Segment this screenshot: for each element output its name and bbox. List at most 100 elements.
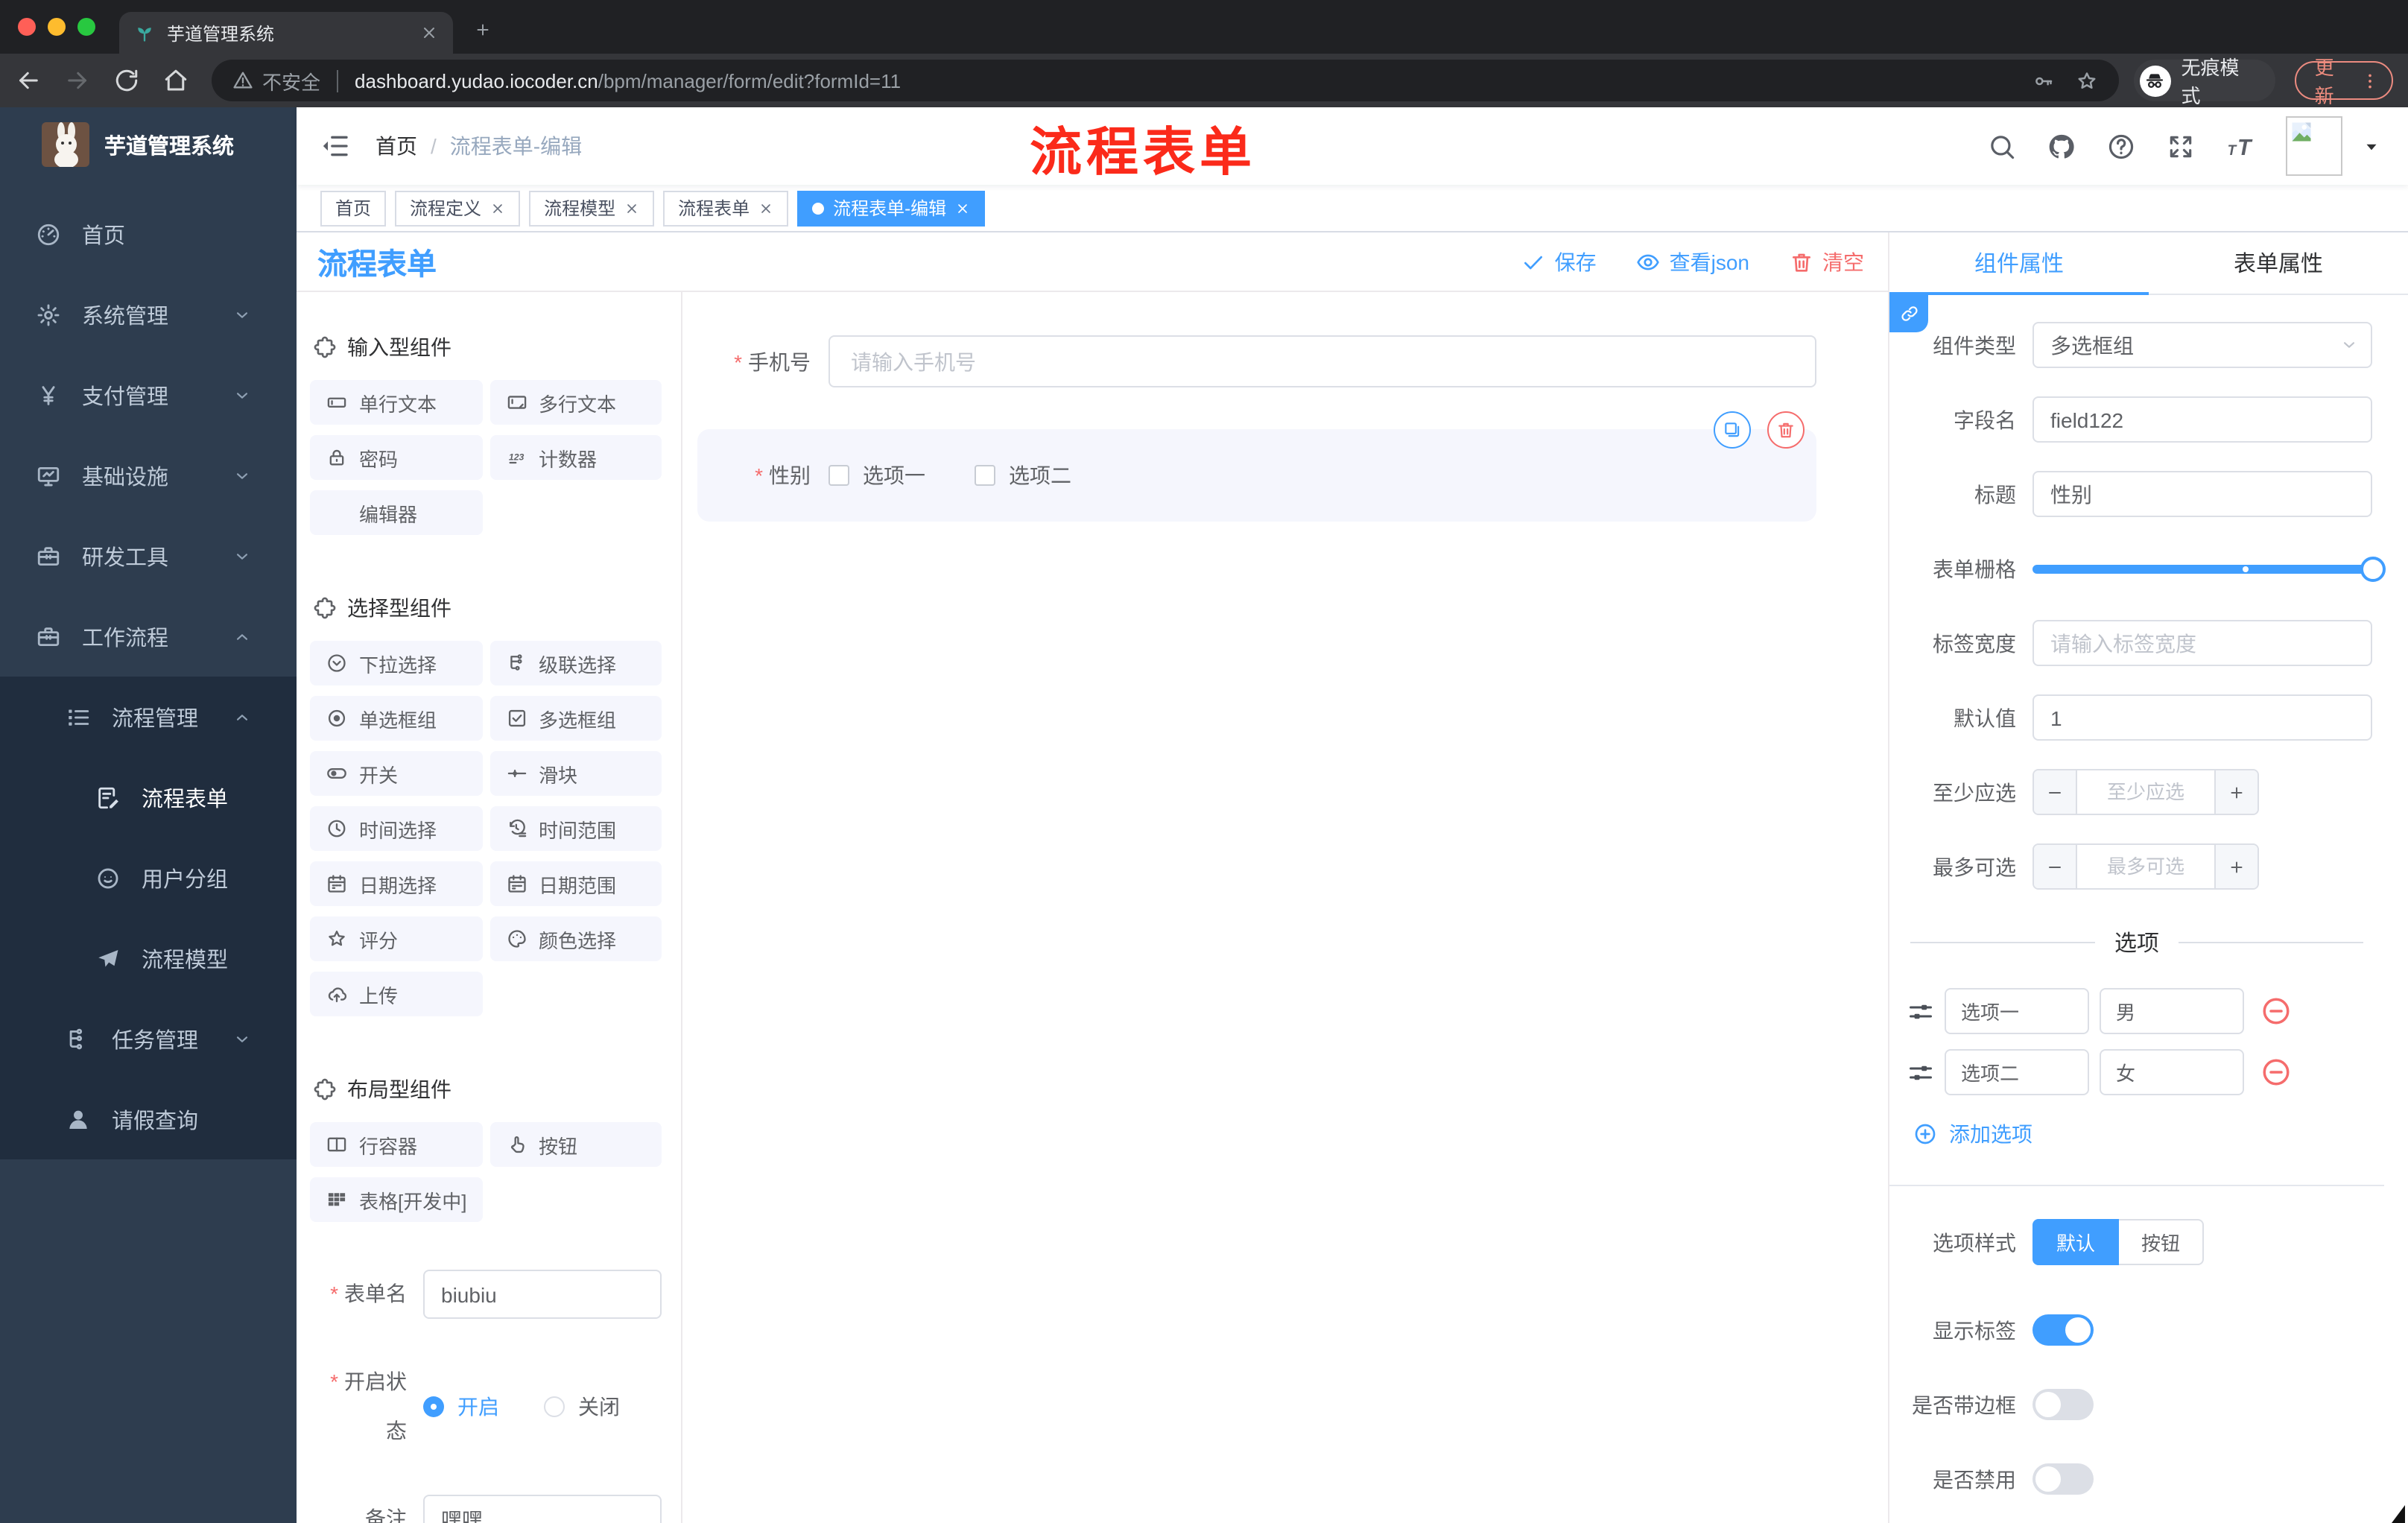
widget-editor[interactable]: 编辑器 <box>310 490 482 535</box>
radio-off-label[interactable]: 关闭 <box>578 1392 620 1422</box>
reload-icon[interactable] <box>113 67 140 94</box>
update-button[interactable]: 更新 <box>2295 57 2393 107</box>
style-default-button[interactable]: 默认 <box>2032 1219 2120 1265</box>
decrease-button[interactable] <box>2034 770 2077 814</box>
tag-process-form[interactable]: 流程表单 <box>663 190 789 226</box>
maximize-window-button[interactable] <box>77 18 95 36</box>
avatar-caret-icon[interactable] <box>2362 136 2381 156</box>
close-tag-icon[interactable] <box>490 200 505 215</box>
widget-checkbox-group[interactable]: 多选框组 <box>489 696 662 741</box>
max-select-input[interactable] <box>2077 845 2214 888</box>
style-button-button[interactable]: 按钮 <box>2119 1219 2205 1265</box>
increase-button[interactable] <box>2214 845 2258 888</box>
not-secure-icon[interactable] <box>232 70 253 91</box>
title-input[interactable] <box>2032 471 2372 517</box>
widget-cascader[interactable]: 级联选择 <box>489 641 662 685</box>
widget-counter[interactable]: 123 计数器 <box>489 435 662 480</box>
drag-handle-icon[interactable] <box>1907 998 1934 1025</box>
label-width-input[interactable] <box>2032 620 2372 666</box>
github-icon[interactable] <box>2047 132 2076 160</box>
component-type-value[interactable] <box>2032 322 2372 368</box>
sidebar-item-devtools[interactable]: 研发工具 <box>0 516 297 596</box>
sidebar-item-workflow[interactable]: 工作流程 <box>0 596 297 677</box>
close-tag-icon[interactable] <box>624 200 639 215</box>
sidebar-item-process-manage[interactable]: 流程管理 <box>0 677 297 757</box>
form-name-input[interactable] <box>423 1270 662 1319</box>
slider-track[interactable] <box>2032 556 2386 581</box>
tag-process-model[interactable]: 流程模型 <box>529 190 655 226</box>
option-1-label-input[interactable] <box>1945 988 2089 1034</box>
tag-home[interactable]: 首页 <box>320 190 387 226</box>
duplicate-widget-button[interactable] <box>1714 411 1751 449</box>
border-toggle[interactable] <box>2032 1389 2094 1420</box>
widget-date-range[interactable]: 日期范围 <box>489 861 662 906</box>
sidebar-item-process-model[interactable]: 流程模型 <box>0 918 297 998</box>
remove-option-icon[interactable] <box>2260 995 2292 1027</box>
radio-on-label[interactable]: 开启 <box>457 1392 499 1422</box>
form-remark-textarea[interactable]: 嘿嘿 <box>423 1495 662 1523</box>
sidebar-item-user-group[interactable]: 用户分组 <box>0 838 297 918</box>
breadcrumb-home[interactable]: 首页 <box>376 131 417 161</box>
increase-button[interactable] <box>2214 770 2258 814</box>
collapse-sidebar-icon[interactable] <box>320 131 350 161</box>
sidebar-item-payment[interactable]: 支付管理 <box>0 355 297 435</box>
close-window-button[interactable] <box>18 18 36 36</box>
widget-radio-group[interactable]: 单选框组 <box>310 696 482 741</box>
checkbox-box[interactable] <box>828 465 849 486</box>
new-tab-button[interactable] <box>474 21 492 39</box>
sidebar-item-process-form[interactable]: 流程表单 <box>0 757 297 838</box>
home-icon[interactable] <box>162 67 189 94</box>
option-2-value-input[interactable] <box>2100 1049 2244 1095</box>
radio-on[interactable] <box>423 1396 444 1417</box>
min-select-input[interactable] <box>2077 770 2214 814</box>
show-label-toggle[interactable] <box>2032 1314 2094 1346</box>
sidebar-item-infra[interactable]: 基础设施 <box>0 435 297 516</box>
sidebar-item-leave-query[interactable]: 请假查询 <box>0 1079 297 1159</box>
search-icon[interactable] <box>1988 132 2016 160</box>
widget-color-picker[interactable]: 颜色选择 <box>489 916 662 961</box>
widget-button[interactable]: 按钮 <box>489 1122 662 1167</box>
close-tag-icon[interactable] <box>955 200 970 215</box>
option-1-value-input[interactable] <box>2100 988 2244 1034</box>
close-tab-icon[interactable] <box>420 24 438 42</box>
disabled-toggle[interactable] <box>2032 1463 2094 1495</box>
widget-date-picker[interactable]: 日期选择 <box>310 861 482 906</box>
widget-select[interactable]: 下拉选择 <box>310 641 482 685</box>
view-json-button[interactable]: 查看json <box>1637 247 1749 276</box>
tag-process-definition[interactable]: 流程定义 <box>395 190 521 226</box>
tag-process-form-edit[interactable]: 流程表单-编辑 <box>797 190 986 226</box>
checkbox-box[interactable] <box>975 465 995 486</box>
tab-form-props[interactable]: 表单属性 <box>2149 232 2408 294</box>
decrease-button[interactable] <box>2034 845 2077 888</box>
delete-widget-button[interactable] <box>1767 411 1805 449</box>
sidebar-item-task-manage[interactable]: 任务管理 <box>0 998 297 1079</box>
radio-off[interactable] <box>544 1396 565 1417</box>
bookmark-star-icon[interactable] <box>2076 69 2098 92</box>
back-icon[interactable] <box>15 67 42 94</box>
remove-option-icon[interactable] <box>2260 1057 2292 1088</box>
drag-handle-icon[interactable] <box>1907 1059 1934 1086</box>
widget-multi-text[interactable]: 多行文本 <box>489 380 662 425</box>
checkbox-option-2[interactable]: 选项二 <box>975 460 1071 490</box>
sidebar-item-home[interactable]: 首页 <box>0 194 297 274</box>
canvas-field-gender-selected[interactable]: 性别 选项一 选项二 <box>697 411 1816 522</box>
widget-switch[interactable]: 开关 <box>310 751 482 796</box>
link-tag[interactable] <box>1889 295 1928 332</box>
forward-icon[interactable] <box>64 67 91 94</box>
font-size-icon[interactable]: TT <box>2226 132 2255 160</box>
minimize-window-button[interactable] <box>48 18 66 36</box>
sidebar-item-system[interactable]: 系统管理 <box>0 274 297 355</box>
canvas-field-phone[interactable]: 手机号 <box>697 335 1816 387</box>
fullscreen-icon[interactable] <box>2167 132 2195 160</box>
widget-single-text[interactable]: 单行文本 <box>310 380 482 425</box>
checkbox-option-1[interactable]: 选项一 <box>828 460 925 490</box>
avatar[interactable] <box>2286 116 2342 176</box>
widget-rate[interactable]: 评分 <box>310 916 482 961</box>
help-icon[interactable] <box>2107 132 2135 160</box>
form-grid-slider[interactable] <box>2032 545 2386 592</box>
slider-handle[interactable] <box>2360 556 2386 581</box>
widget-password[interactable]: 密码 <box>310 435 482 480</box>
browser-tab[interactable]: 芋道管理系统 <box>119 12 453 54</box>
save-button[interactable]: 保存 <box>1522 247 1597 276</box>
browser-menu-icon[interactable] <box>2360 71 2380 90</box>
